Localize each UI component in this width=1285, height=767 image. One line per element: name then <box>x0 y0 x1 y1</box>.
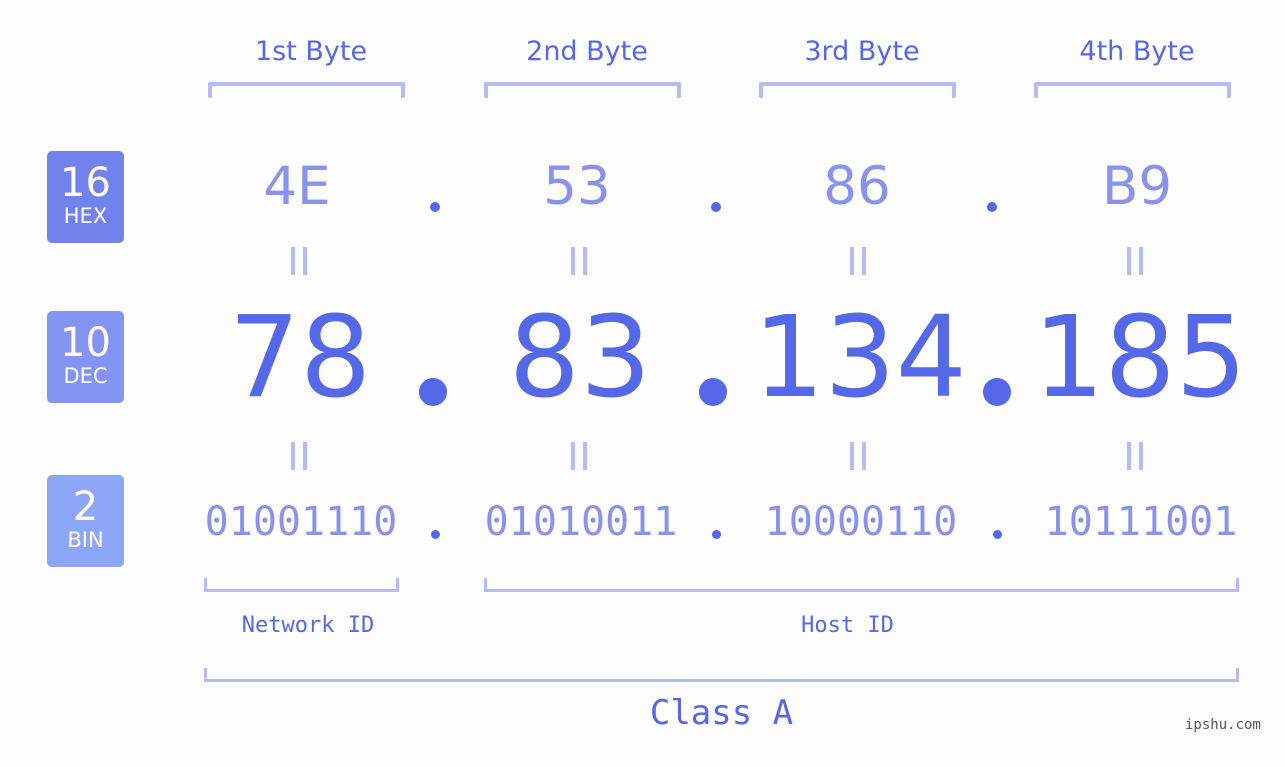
hex-dot-2 <box>711 202 721 212</box>
bin-byte-4: 10111001 <box>1044 499 1238 545</box>
equals-icon <box>1127 442 1145 470</box>
class-label: Class A <box>649 693 794 733</box>
dec-byte-3: 134 <box>753 293 967 423</box>
hex-byte-2: 53 <box>543 156 611 217</box>
bin-dot-3 <box>993 530 1002 539</box>
bin-badge: 2 BIN <box>47 475 124 567</box>
byte-bracket-1 <box>208 82 405 98</box>
dec-byte-2: 83 <box>508 293 652 423</box>
bin-base: 2 <box>72 484 99 530</box>
equals-icon <box>850 442 868 470</box>
byte-bracket-3 <box>759 82 956 98</box>
class-bracket <box>204 668 1239 682</box>
dec-dot-3 <box>983 378 1011 406</box>
bin-dot-1 <box>431 530 440 539</box>
hex-byte-4: B9 <box>1101 156 1173 217</box>
equals-icon <box>1127 247 1145 275</box>
equals-icon <box>571 442 589 470</box>
hex-dot-3 <box>987 202 997 212</box>
dec-dot-1 <box>419 378 447 406</box>
hex-badge: 16 HEX <box>47 151 124 243</box>
dec-badge: 10 DEC <box>47 311 124 403</box>
dec-byte-4: 185 <box>1033 293 1247 423</box>
hex-byte-1: 4E <box>263 156 331 217</box>
byte-title-1: 1st Byte <box>254 36 368 67</box>
bin-byte-2: 01010011 <box>484 499 678 545</box>
dec-label: DEC <box>63 364 108 388</box>
hex-dot-1 <box>430 202 440 212</box>
network-id-bracket <box>204 578 399 592</box>
hex-label: HEX <box>63 204 108 228</box>
bin-label: BIN <box>67 528 104 552</box>
host-id-bracket <box>484 578 1239 592</box>
equals-icon <box>291 442 309 470</box>
bin-byte-1: 01001110 <box>204 499 398 545</box>
byte-title-3: 3rd Byte <box>804 36 920 67</box>
byte-bracket-4 <box>1034 82 1231 98</box>
dec-base: 10 <box>60 320 111 366</box>
dec-byte-1: 78 <box>228 293 372 423</box>
equals-icon <box>571 247 589 275</box>
bin-dot-2 <box>712 530 721 539</box>
dec-dot-2 <box>699 378 727 406</box>
watermark: ipshu.com <box>1185 717 1261 733</box>
byte-title-2: 2nd Byte <box>526 36 648 67</box>
equals-icon <box>850 247 868 275</box>
byte-bracket-2 <box>484 82 681 98</box>
byte-title-4: 4th Byte <box>1079 36 1195 67</box>
network-id-label: Network ID <box>241 613 375 638</box>
hex-byte-3: 86 <box>823 156 891 217</box>
equals-icon <box>291 247 309 275</box>
host-id-label: Host ID <box>801 613 894 638</box>
bin-byte-3: 10000110 <box>764 499 958 545</box>
hex-base: 16 <box>60 160 111 206</box>
